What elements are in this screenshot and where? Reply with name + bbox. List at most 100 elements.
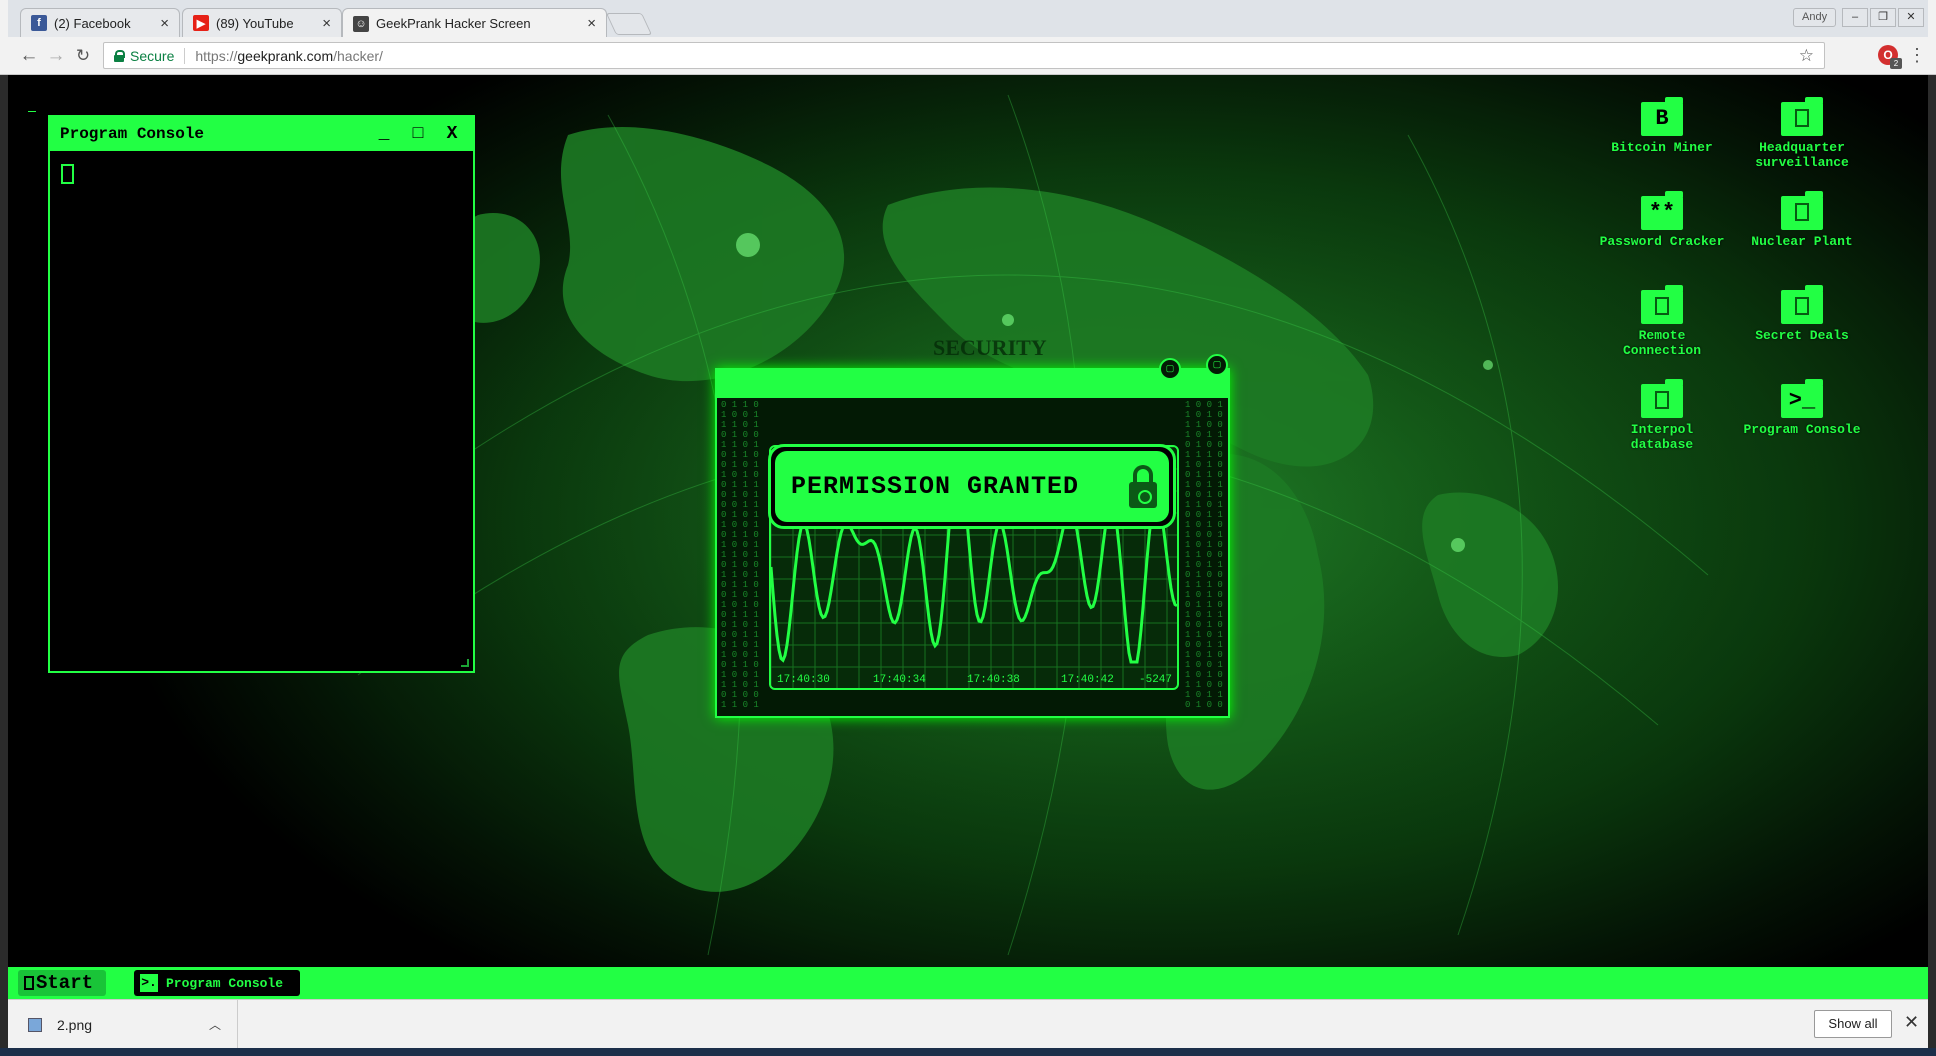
icon-label: Password Cracker <box>1599 234 1725 249</box>
folder-icon <box>1781 191 1823 230</box>
tab-facebook[interactable]: f (2) Facebook × <box>20 8 180 37</box>
url-path: /hacker/ <box>333 47 383 64</box>
desktop-icon-secret-deals[interactable]: Secret Deals <box>1737 285 1867 343</box>
icon-label: Headquarter surveillance <box>1755 140 1849 170</box>
matrix-code-stream-right: 1 0 0 1 1 0 1 0 1 1 0 0 1 0 1 1 0 1 0 0 … <box>1185 400 1223 710</box>
back-arrow-icon[interactable]: ← <box>18 45 40 67</box>
download-shelf: 2.png ︿ Show all ✕ <box>8 999 1928 1049</box>
x-tick-label: 17:40:38 <box>967 674 1020 686</box>
graph-titlebar[interactable] <box>717 370 1228 398</box>
extension-badge: 2 <box>1890 58 1902 69</box>
close-icon[interactable]: × <box>322 15 331 32</box>
start-label: Start <box>36 972 94 994</box>
lock-icon <box>114 49 125 62</box>
folder-icon <box>1781 97 1823 136</box>
facebook-icon: f <box>31 15 47 31</box>
start-button[interactable]: Start <box>18 970 106 996</box>
window-border-right <box>1928 0 1936 1056</box>
folder-icon <box>1641 379 1683 418</box>
browser-toolbar: ← → ↻ Secure https://geekprank.com/hacke… <box>8 37 1928 74</box>
folder-icon <box>1641 285 1683 324</box>
icon-label: Remote Connection <box>1622 328 1701 358</box>
tab-strip: f (2) Facebook × ▶ (89) YouTube × ☺ Geek… <box>8 0 1928 38</box>
taskbar-item-program-console[interactable]: >. Program Console <box>134 970 300 996</box>
chart-corner-value: -5247 <box>1139 674 1173 686</box>
window-border-left <box>0 0 8 1056</box>
permission-granted-banner: PERMISSION GRANTED <box>768 444 1176 529</box>
tab-label: GeekPrank Hacker Screen <box>376 16 531 31</box>
profile-button[interactable]: Andy <box>1793 8 1837 27</box>
address-divider <box>184 47 186 64</box>
browser-chrome: f (2) Facebook × ▶ (89) YouTube × ☺ Geek… <box>0 0 1936 75</box>
folder-icon <box>1781 285 1823 324</box>
os-taskbar <box>0 1048 1936 1056</box>
image-file-icon <box>28 1017 42 1032</box>
resize-grip-icon[interactable] <box>461 659 469 667</box>
geekprank-icon: ☺ <box>353 15 369 32</box>
folder-icon: B <box>1641 97 1683 136</box>
permission-banner-inner: PERMISSION GRANTED <box>775 451 1169 522</box>
console-output[interactable] <box>50 151 473 671</box>
permission-text: PERMISSION GRANTED <box>791 472 1080 501</box>
close-icon[interactable]: × <box>587 15 596 32</box>
tab-label: (2) Facebook <box>54 15 131 31</box>
download-item[interactable]: 2.png ︿ <box>8 1000 238 1049</box>
tab-youtube[interactable]: ▶ (89) YouTube × <box>182 8 342 37</box>
restore-window-icon[interactable]: ❐ <box>1870 8 1896 27</box>
tab-label: (89) YouTube <box>216 15 294 31</box>
folder-icon: ** <box>1641 191 1683 230</box>
close-icon[interactable]: X <box>441 124 463 144</box>
desktop-icon-bitcoin-miner[interactable]: B Bitcoin Miner <box>1597 97 1727 155</box>
terminal-icon: >. <box>140 974 158 992</box>
text-cursor <box>61 164 74 184</box>
minimize-window-icon[interactable]: – <box>1842 8 1868 27</box>
program-console-window[interactable]: Program Console _ □ X <box>48 115 475 673</box>
close-icon[interactable]: ✕ <box>1904 1012 1919 1033</box>
desktop-icon-headquarter-surveillance[interactable]: Headquarter surveillance <box>1737 97 1867 170</box>
secure-label: Secure <box>130 47 175 64</box>
icon-label: Secret Deals <box>1755 328 1849 343</box>
show-all-button[interactable]: Show all <box>1814 1010 1892 1038</box>
close-window-icon[interactable]: ✕ <box>1898 8 1924 27</box>
url-scheme: https:// <box>195 47 238 64</box>
address-bar[interactable]: Secure https://geekprank.com/hacker/ ☆ <box>103 42 1825 69</box>
bookmark-star-icon[interactable]: ☆ <box>1799 46 1814 66</box>
icon-label: Interpol database <box>1630 422 1694 452</box>
monitor-graph-window[interactable]: ▢ ▢ 0 1 1 0 1 0 0 1 1 1 0 1 0 1 0 0 1 1 … <box>715 354 1230 718</box>
padlock-icon <box>1129 464 1157 509</box>
x-tick-label: 17:40:42 <box>1061 674 1114 686</box>
download-filename: 2.png <box>57 1016 93 1033</box>
console-titlebar[interactable]: Program Console _ □ X <box>50 117 473 151</box>
desktop-icon-program-console[interactable]: >_ Program Console <box>1737 379 1867 437</box>
kebab-menu-icon[interactable]: ⋮ <box>1908 45 1926 66</box>
hacker-taskbar: Start >. Program Console <box>8 967 1928 999</box>
minimize-icon[interactable]: _ <box>373 124 395 144</box>
forward-arrow-icon[interactable]: → <box>45 45 67 67</box>
new-tab-button[interactable] <box>605 13 653 35</box>
desktop-icon-password-cracker[interactable]: ** Password Cracker <box>1597 191 1727 249</box>
desktop-icon-interpol-database[interactable]: Interpol database <box>1597 379 1727 452</box>
graph-close-icon[interactable]: ▢ <box>1206 354 1228 376</box>
graph-maximize-icon[interactable]: ▢ <box>1159 358 1181 380</box>
x-tick-label: 17:40:34 <box>873 674 926 686</box>
desktop-dash <box>28 111 36 112</box>
icon-label: Bitcoin Miner <box>1611 140 1713 155</box>
tab-geekprank[interactable]: ☺ GeekPrank Hacker Screen × <box>342 8 607 38</box>
security-seal-text: SECURITY <box>933 335 1047 360</box>
icon-label: Program Console <box>1743 422 1861 437</box>
url-host: geekprank.com <box>237 47 334 64</box>
maximize-icon[interactable]: □ <box>407 124 429 144</box>
console-title: Program Console <box>60 125 205 143</box>
close-icon[interactable]: × <box>160 15 169 32</box>
url-text: https://geekprank.com/hacker/ <box>195 48 383 64</box>
x-tick-label: 17:40:30 <box>777 674 830 686</box>
desktop-icon-remote-connection[interactable]: Remote Connection <box>1597 285 1727 358</box>
matrix-code-stream-left: 0 1 1 0 1 0 0 1 1 1 0 1 0 1 0 0 1 1 0 1 … <box>721 400 759 710</box>
taskbar-item-label: Program Console <box>166 975 284 991</box>
reload-icon[interactable]: ↻ <box>72 45 94 67</box>
desktop-icon-nuclear-plant[interactable]: Nuclear Plant <box>1737 191 1867 249</box>
youtube-icon: ▶ <box>193 15 209 31</box>
terminal-icon: >_ <box>1781 379 1823 418</box>
icon-label: Nuclear Plant <box>1751 234 1853 249</box>
chevron-up-icon[interactable]: ︿ <box>209 1016 221 1033</box>
